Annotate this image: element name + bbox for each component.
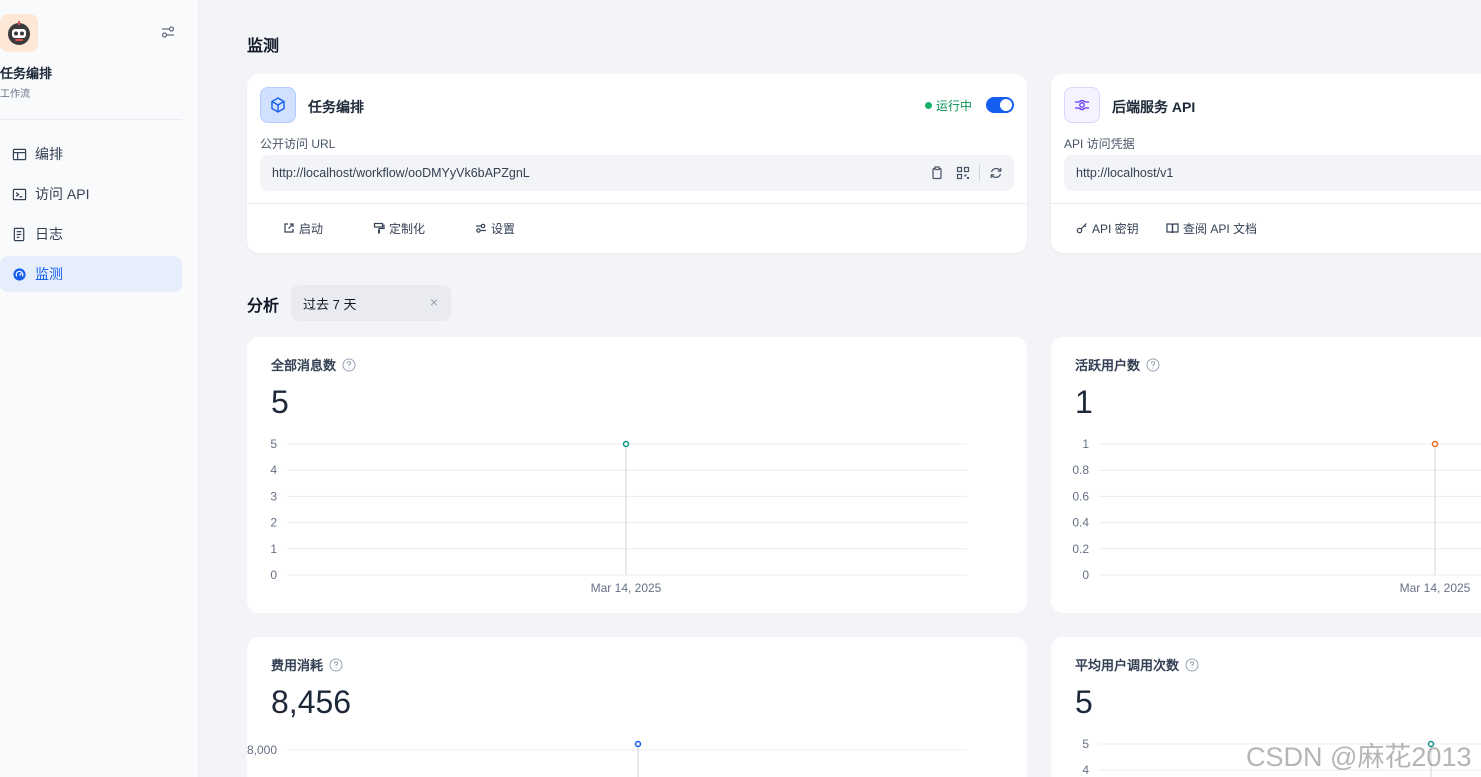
book-icon [1166,223,1179,234]
y-tick-label: 5 [270,437,277,451]
public-url-field: http://localhost/workflow/ooDMYyVk6bAPZg… [260,155,1014,191]
chart-active-users: 0 0.2 0.4 0.6 0.8 1 Mar 14, 2025 [1072,437,1481,595]
sidebar-item-logs[interactable]: 日志 [0,216,182,252]
url-actions-divider [979,165,980,181]
api-icon [1064,87,1100,123]
y-tick-label: 3 [270,489,277,503]
app-settings-icon[interactable] [160,24,180,42]
sidebar-item-label: 编排 [35,146,63,162]
y-tick-label: 0.6 [1072,489,1089,503]
api-docs-label: 查阅 API 文档 [1183,221,1258,236]
api-url-field: http://localhost/v1 [1064,155,1481,191]
api-key-button[interactable]: API 密钥 [1076,218,1139,238]
api-key-label: API 密钥 [1092,221,1139,236]
sidebar-item-label: 日志 [35,226,63,242]
paint-roller-icon [373,222,385,234]
watermark: CSDN @麻花2013 [1246,742,1472,772]
y-tick-label: 8,000 [247,743,277,757]
qrcode-icon[interactable] [953,163,973,183]
public-url-label: 公开访问 URL [260,137,336,151]
url-actions [927,163,1006,183]
key-icon [1076,223,1087,234]
y-tick-label: 0.8 [1072,463,1089,477]
cube-icon [260,87,296,123]
copy-icon[interactable] [927,163,947,183]
api-url-value: http://localhost/v1 [1076,166,1174,180]
api-title: 后端服务 API [1112,99,1196,115]
chart-total-messages: 0 1 2 3 4 5 Mar 14, 2025 [270,437,967,595]
y-tick-label: 4 [270,463,277,477]
y-tick-label: 0.2 [1072,542,1089,556]
app-type: 工作流 [0,89,30,100]
webapp-settings-button[interactable]: 设置 [475,218,515,238]
refresh-icon[interactable] [986,163,1006,183]
chart-token-cost: 8,000 [247,740,967,777]
card-divider [247,203,1027,204]
settings-label: 设置 [491,221,516,236]
data-point [634,740,642,748]
x-tick-label: Mar 14, 2025 [591,581,662,595]
terminal-icon [12,188,27,200]
status-label: 运行中 [936,99,973,113]
y-tick-label: 4 [1082,763,1089,777]
public-url-value: http://localhost/workflow/ooDMYyVk6bAPZg… [272,166,530,180]
layout-icon [12,148,27,160]
y-tick-label: 0 [1082,568,1089,582]
sidebar-item-monitor[interactable]: 监测 [0,256,182,292]
stat-card-active-users: 活跃用户数 1 0 0.2 0.4 0.6 0.8 1 Mar 14, 2025 [1051,337,1481,613]
data-point [622,440,630,448]
y-tick-label: 0.4 [1072,516,1089,530]
app-name: 任务编排 [0,66,53,81]
sidebar: 任务编排 工作流 编排 访问 API 日志 监测 [0,0,199,777]
stat-card-total-messages: 全部消息数 5 0 1 2 3 4 5 Mar 14, 2025 [247,337,1027,613]
sidebar-item-label: 访问 API [35,186,90,202]
stat-card-token-cost: 费用消耗 8,456 8,000 [247,637,1027,777]
y-tick-label: 1 [1082,437,1089,451]
y-tick-label: 0 [270,568,277,582]
external-link-icon [284,223,294,233]
sidebar-item-api-access[interactable]: 访问 API [0,176,182,212]
sidebar-item-label: 监测 [35,266,63,282]
clear-icon[interactable]: × [427,294,441,310]
webapp-title: 任务编排 [308,99,364,115]
api-docs-button[interactable]: 查阅 API 文档 [1166,218,1257,238]
period-value: 过去 7 天 [303,296,357,312]
y-tick-label: 5 [1082,737,1089,751]
settings-sliders-icon [476,223,486,233]
webapp-enable-toggle[interactable] [986,97,1014,113]
data-point [1431,440,1439,448]
page-title: 监测 [247,38,280,55]
monitor-icon [13,267,26,281]
period-select[interactable]: 过去 7 天 × [291,285,451,321]
customize-label: 定制化 [389,221,426,236]
api-card: 后端服务 API API 访问凭据 http://localhost/v1 AP… [1051,74,1481,253]
customize-button[interactable]: 定制化 [373,218,425,238]
log-icon [13,227,25,241]
app-icon [0,14,38,52]
sidebar-nav: 编排 访问 API 日志 监测 [0,136,182,296]
y-tick-label: 2 [270,516,277,530]
sidebar-item-orchestrate[interactable]: 编排 [0,136,182,172]
launch-button[interactable]: 启动 [283,218,323,238]
api-url-label: API 访问凭据 [1064,137,1135,151]
analysis-title: 分析 [247,298,280,315]
y-tick-label: 1 [270,542,277,556]
launch-label: 启动 [299,221,324,236]
webapp-card: 任务编排 运行中 公开访问 URL http://localhost/workf… [247,74,1027,253]
x-tick-label: Mar 14, 2025 [1400,581,1471,595]
sidebar-divider [0,119,182,120]
status-badge: 运行中 [925,97,972,114]
status-dot [925,102,932,109]
card-divider [1051,203,1481,204]
